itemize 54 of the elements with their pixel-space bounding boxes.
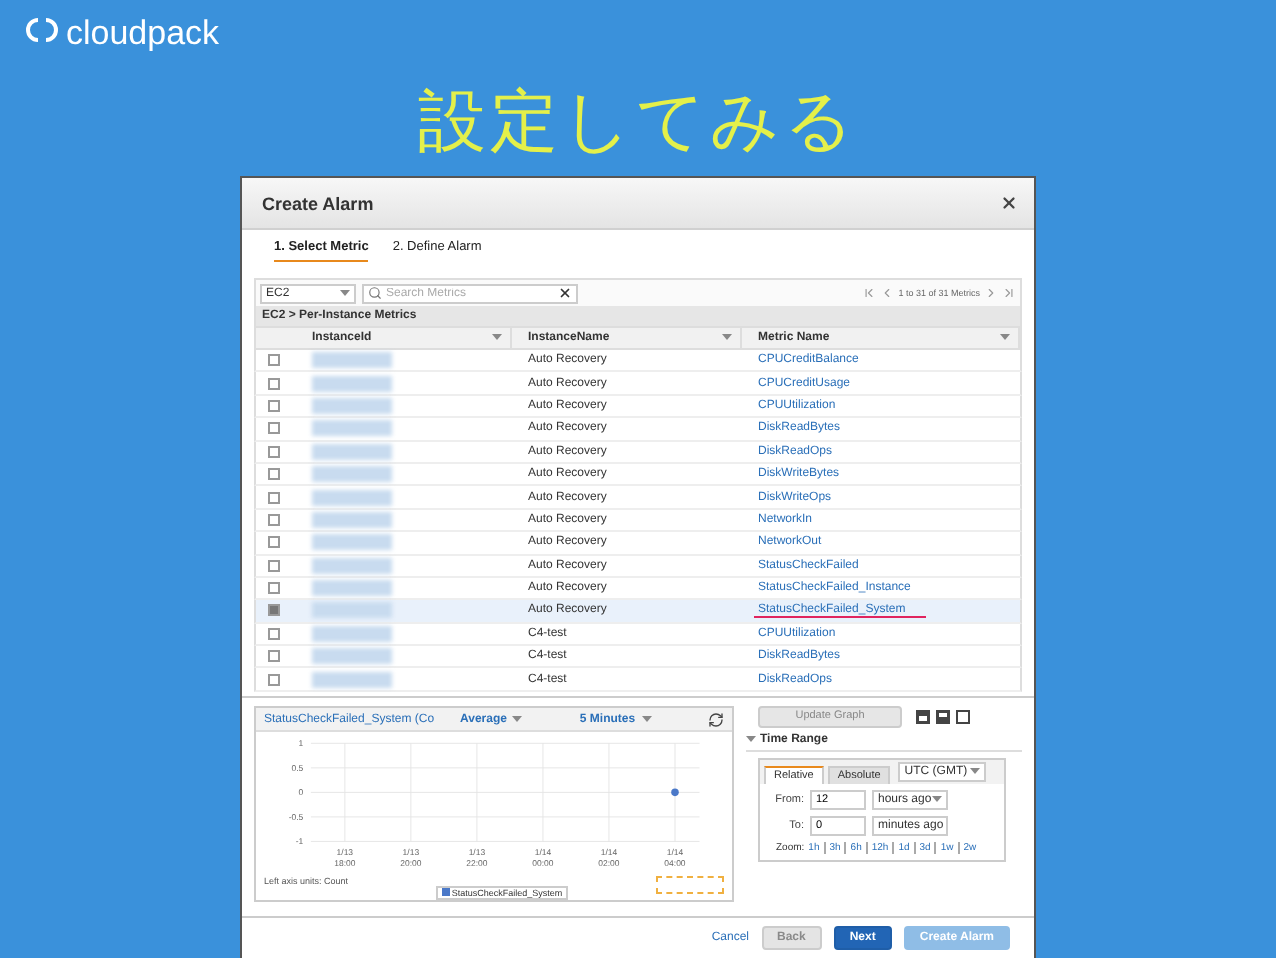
blurred-block (312, 534, 392, 551)
blurred-block (312, 580, 392, 597)
cloud-logo-icon (24, 16, 60, 44)
sort-icon (492, 334, 502, 342)
row-checkbox[interactable] (268, 377, 280, 390)
blurred-block (312, 420, 392, 437)
brand-logo: cloudpack (66, 16, 220, 52)
caret-icon (641, 715, 652, 724)
search-icon (368, 286, 382, 300)
next-page-icon[interactable] (984, 286, 998, 300)
row-checkbox[interactable] (268, 559, 280, 572)
blurred-block (312, 397, 392, 414)
row-checkbox[interactable] (268, 354, 280, 367)
row-checkbox[interactable] (268, 673, 280, 686)
blurred-block (312, 648, 392, 665)
blurred-block (312, 466, 392, 483)
slide-heading: 設定してみる (418, 80, 858, 166)
blurred-block (312, 602, 392, 619)
row-checkbox[interactable] (268, 399, 280, 412)
blurred-block (312, 443, 392, 460)
previous-page-icon[interactable] (880, 286, 895, 300)
dialog-title: Create Alarm (262, 193, 374, 213)
row-checkbox[interactable] (268, 536, 280, 549)
row-checkbox[interactable] (268, 491, 280, 504)
row-checkbox[interactable] (268, 604, 280, 617)
data-point (671, 788, 679, 797)
row-checkbox[interactable] (268, 468, 280, 481)
blurred-block (312, 375, 392, 392)
last-page-icon[interactable] (1002, 286, 1016, 300)
legend-swatch (441, 888, 450, 897)
sort-icon (1000, 334, 1010, 342)
sort-icon (722, 334, 732, 342)
blurred-block (312, 557, 392, 574)
refresh-icon[interactable] (708, 711, 725, 728)
blurred-block (312, 352, 392, 369)
blurred-block (312, 489, 392, 506)
row-checkbox[interactable] (268, 445, 280, 458)
caret-icon (746, 735, 756, 744)
row-checkbox[interactable] (268, 650, 280, 663)
row-checkbox[interactable] (268, 513, 280, 526)
dashed-box (656, 875, 724, 894)
row-checkbox[interactable] (268, 582, 280, 595)
blurred-block (312, 625, 392, 642)
caret-icon (932, 795, 942, 804)
clear-icon[interactable] (558, 286, 572, 300)
close-icon[interactable] (1000, 194, 1018, 212)
blurred-block (312, 671, 392, 688)
row-checkbox[interactable] (268, 627, 280, 640)
caret-icon (512, 715, 523, 724)
first-page-icon[interactable] (862, 286, 877, 300)
caret-icon (970, 767, 981, 776)
blurred-block (312, 511, 392, 528)
caret-icon (340, 289, 350, 297)
row-checkbox[interactable] (268, 422, 280, 435)
